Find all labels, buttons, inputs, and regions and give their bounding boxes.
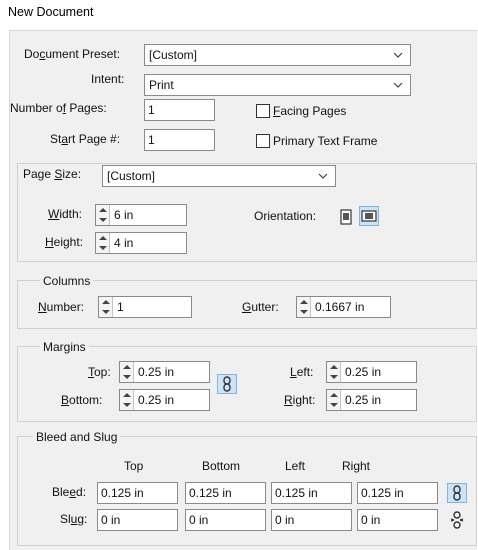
document-preset-dropdown[interactable]: [Custom] xyxy=(144,44,411,66)
chevron-down-icon xyxy=(393,52,403,58)
document-preset-label: Document Preset: xyxy=(24,47,121,61)
primary-text-frame-label[interactable]: Primary Text Frame xyxy=(273,131,377,151)
columns-number-value: 1 xyxy=(117,300,124,314)
gutter-stepper[interactable] xyxy=(297,297,311,317)
facing-pages-checkbox[interactable] xyxy=(256,104,270,118)
height-input[interactable]: 4 in xyxy=(95,232,187,254)
facing-pages-label[interactable]: Facing Pages xyxy=(273,101,346,121)
height-label: Height: xyxy=(45,235,84,249)
orientation-label: Orientation: xyxy=(254,209,317,223)
margins-group-label: Margins xyxy=(40,340,89,354)
margin-right-label: Right: xyxy=(284,393,316,407)
slug-link-button[interactable] xyxy=(447,510,467,530)
slug-top-input[interactable]: 0 in xyxy=(97,509,178,531)
margin-top-label: Top: xyxy=(88,365,111,379)
bleed-top-input[interactable]: 0.125 in xyxy=(97,482,178,504)
margin-right-input[interactable]: 0.25 in xyxy=(326,389,417,411)
slug-left-input[interactable]: 0 in xyxy=(271,509,352,531)
document-preset-value: [Custom] xyxy=(149,48,198,62)
margin-left-label: Left: xyxy=(290,365,314,379)
width-input[interactable]: 6 in xyxy=(95,204,187,226)
margin-left-input[interactable]: 0.25 in xyxy=(326,361,417,383)
intent-value: Print xyxy=(149,78,174,92)
columns-group-label: Columns xyxy=(40,274,94,288)
width-value: 6 in xyxy=(114,208,134,222)
margin-right-stepper[interactable] xyxy=(327,390,341,410)
margin-top-stepper[interactable] xyxy=(120,362,134,382)
margin-bottom-label: Bottom: xyxy=(61,393,103,407)
chevron-down-icon xyxy=(318,173,328,179)
bleed-bottom-input[interactable]: 0.125 in xyxy=(185,482,266,504)
margin-top-input[interactable]: 0.25 in xyxy=(119,361,210,383)
bleed-left-input[interactable]: 0.125 in xyxy=(271,482,352,504)
gutter-label: Gutter: xyxy=(242,300,279,314)
bleed-header-top: Top xyxy=(124,459,144,473)
intent-dropdown[interactable]: Print xyxy=(144,74,411,96)
columns-number-stepper[interactable] xyxy=(99,297,113,317)
bleed-right-input[interactable]: 0.125 in xyxy=(357,482,438,504)
number-of-pages-label: Number of Pages: xyxy=(10,101,107,115)
landscape-button[interactable] xyxy=(359,206,379,226)
page-size-label: Page Size: xyxy=(23,167,82,181)
bleed-header-right: Right xyxy=(342,459,371,473)
number-of-pages-input[interactable]: 1 xyxy=(144,99,215,121)
columns-number-label: Number: xyxy=(38,300,85,314)
slug-bottom-input[interactable]: 0 in xyxy=(185,509,266,531)
margins-link-button[interactable] xyxy=(217,374,237,394)
window-title: New Document xyxy=(8,5,94,19)
portrait-button[interactable] xyxy=(336,207,356,227)
margin-right-value: 0.25 in xyxy=(345,393,382,407)
bleed-label: Bleed: xyxy=(52,485,87,499)
chain-link-icon xyxy=(453,485,461,501)
margin-bottom-stepper[interactable] xyxy=(120,390,134,410)
bleed-slug-group-label: Bleed and Slug xyxy=(33,430,121,444)
columns-number-input[interactable]: 1 xyxy=(98,296,192,318)
gutter-value: 0.1667 in xyxy=(315,300,365,314)
bleed-header-left: Left xyxy=(285,459,306,473)
height-value: 4 in xyxy=(114,236,134,250)
primary-text-frame-checkbox[interactable] xyxy=(256,134,270,148)
start-page-input[interactable]: 1 xyxy=(144,129,215,151)
bleed-link-button[interactable] xyxy=(447,483,467,503)
page-size-value: [Custom] xyxy=(107,169,156,183)
bleed-header-bottom: Bottom xyxy=(202,459,241,473)
start-page-label: Start Page #: xyxy=(50,132,121,146)
margin-left-value: 0.25 in xyxy=(345,365,382,379)
slug-label: Slug: xyxy=(60,512,88,526)
gutter-input[interactable]: 0.1667 in xyxy=(296,296,391,318)
chain-link-icon xyxy=(223,376,231,392)
page-size-dropdown[interactable]: [Custom] xyxy=(102,165,336,187)
width-stepper[interactable] xyxy=(96,205,110,225)
height-stepper[interactable] xyxy=(96,233,110,253)
intent-label: Intent: xyxy=(91,72,125,86)
chevron-down-icon xyxy=(393,82,403,88)
margin-bottom-value: 0.25 in xyxy=(138,393,175,407)
portrait-icon xyxy=(340,209,352,225)
broken-chain-link-icon xyxy=(450,511,464,529)
margin-bottom-input[interactable]: 0.25 in xyxy=(119,389,210,411)
margin-top-value: 0.25 in xyxy=(138,365,175,379)
width-label: Width: xyxy=(48,207,83,221)
slug-right-input[interactable]: 0 in xyxy=(357,509,438,531)
landscape-icon xyxy=(361,210,377,222)
margin-left-stepper[interactable] xyxy=(327,362,341,382)
